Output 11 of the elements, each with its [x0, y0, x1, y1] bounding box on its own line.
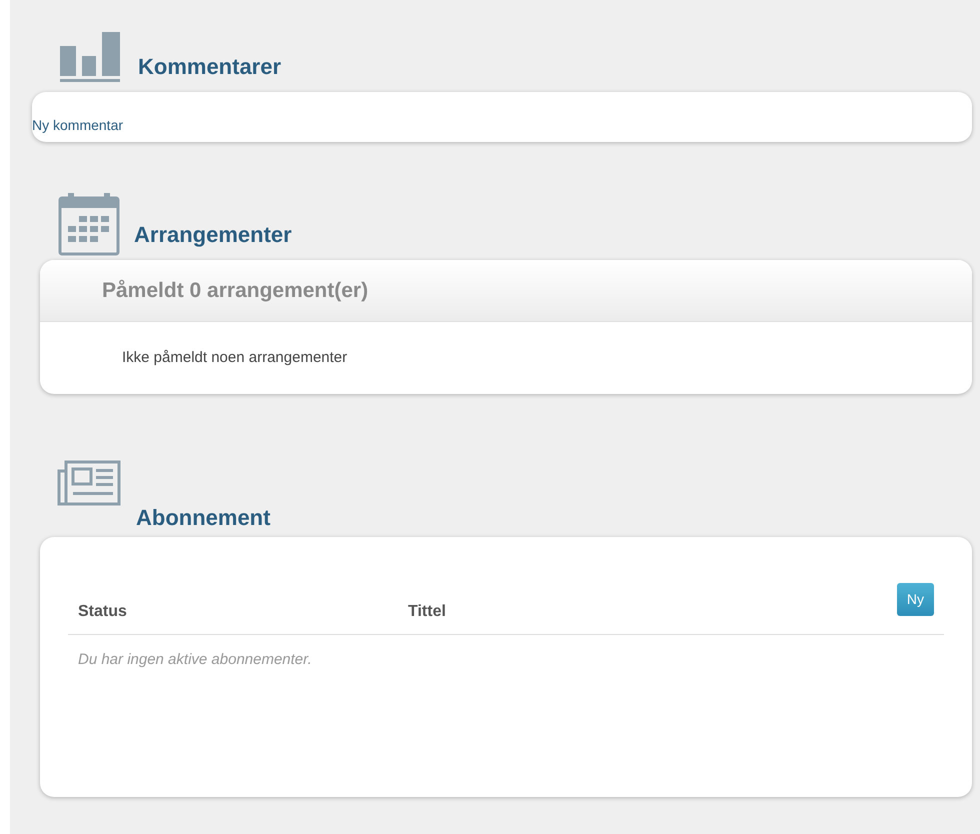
new-comment-link[interactable]: Ny kommentar: [32, 118, 124, 132]
empty-message: Du har ingen aktive abonnementer.: [77, 650, 313, 670]
section-title: Arrangementer: [134, 224, 292, 246]
section-title: Kommentarer: [138, 56, 282, 78]
column-header: Status: [77, 602, 128, 622]
section-title: Abonnement: [136, 507, 270, 529]
card-header: Påmeldt 0 arrangement(er): [40, 260, 972, 322]
empty-message: Ikke påmeldt noen arrangementer: [121, 348, 348, 368]
bar-chart-icon: [58, 30, 122, 82]
column-header: Tittel: [407, 602, 446, 622]
calendar-icon: [58, 192, 120, 256]
